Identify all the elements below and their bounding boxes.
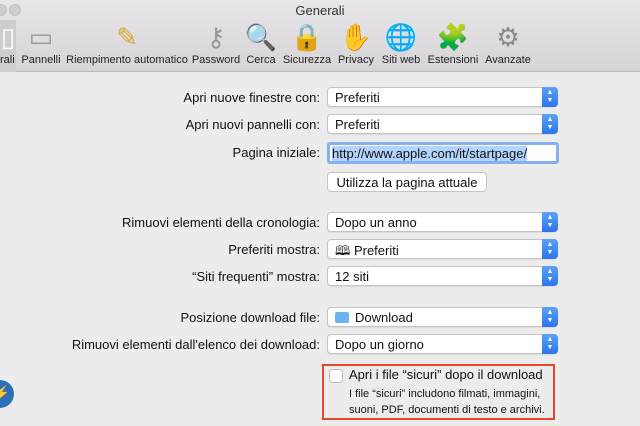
top-sites-label: “Siti frequenti” mostra: bbox=[192, 269, 320, 284]
tabs-icon: ▭ bbox=[28, 21, 54, 52]
tab-extensions[interactable]: 🧩 Estensioni bbox=[425, 20, 481, 72]
safe-files-checkbox[interactable] bbox=[329, 369, 343, 383]
tab-tabs[interactable]: ▭ Pannelli bbox=[18, 20, 64, 72]
chevron-updown-icon: ▲ ▼ bbox=[542, 212, 558, 232]
download-location-popup[interactable]: Download ▲ ▼ bbox=[327, 307, 558, 327]
chevron-updown-icon: ▲ ▼ bbox=[542, 307, 558, 327]
tab-general[interactable]: ▯ rali bbox=[0, 20, 16, 72]
autofill-pencil-icon: ✎ bbox=[116, 21, 138, 52]
download-location-label: Posizione download file: bbox=[180, 310, 320, 325]
window-toolbar: Generali ▯ rali ▭ Pannelli ✎ Riempimento au… bbox=[0, 0, 640, 72]
magnifier-icon: 🔍 bbox=[244, 21, 278, 52]
key-icon: ⚷ bbox=[206, 21, 226, 52]
download-remove-popup[interactable]: Dopo un giorno ▲ ▼ bbox=[327, 334, 558, 354]
safe-files-description: I file “sicuri” includono filmati, immag… bbox=[349, 388, 545, 416]
safe-files-highlight: Apri i file “sicuri” dopo il download I … bbox=[322, 364, 555, 420]
tab-autofill[interactable]: ✎ Riempimento automatico bbox=[64, 20, 190, 72]
book-icon: 🕮 bbox=[335, 243, 354, 258]
tab-privacy[interactable]: ✋ Privacy bbox=[335, 20, 377, 72]
general-icon: ▯ bbox=[0, 21, 16, 52]
padlock-icon: 🔒 bbox=[290, 21, 324, 52]
top-sites-popup[interactable]: 12 siti ▲ ▼ bbox=[327, 266, 558, 286]
window-title: Generali bbox=[295, 3, 345, 18]
folder-icon bbox=[335, 312, 349, 323]
history-popup[interactable]: Dopo un anno ▲ ▼ bbox=[327, 212, 558, 232]
history-label: Rimuovi elementi della cronologia: bbox=[122, 215, 320, 230]
homepage-input[interactable]: http://www.apple.com/it/startpage/ bbox=[327, 142, 559, 164]
use-current-page-button[interactable]: Utilizza la pagina attuale bbox=[327, 172, 487, 192]
chevron-updown-icon: ▲ ▼ bbox=[542, 87, 558, 107]
homepage-label: Pagina iniziale: bbox=[232, 145, 320, 160]
new-tabs-popup[interactable]: Preferiti ▲ ▼ bbox=[327, 114, 558, 134]
tab-passwords[interactable]: ⚷ Password bbox=[191, 20, 241, 72]
new-windows-label: Apri nuove finestre con: bbox=[183, 90, 320, 105]
favorites-label: Preferiti mostra: bbox=[228, 242, 320, 257]
chevron-updown-icon: ▲ ▼ bbox=[542, 266, 558, 286]
new-windows-popup[interactable]: Preferiti ▲ ▼ bbox=[327, 87, 558, 107]
tab-websites[interactable]: 🌐 Siti web bbox=[379, 20, 423, 72]
download-remove-label: Rimuovi elementi dall'elenco dei downloa… bbox=[71, 337, 320, 352]
tab-advanced[interactable]: ⚙ Avanzate bbox=[483, 20, 533, 72]
gear-icon: ⚙ bbox=[496, 21, 520, 52]
globe-icon: 🌐 bbox=[384, 21, 418, 52]
app-icon: ⚡ bbox=[0, 380, 14, 408]
chevron-updown-icon: ▲ ▼ bbox=[542, 334, 558, 354]
tab-search[interactable]: 🔍 Cerca bbox=[243, 20, 279, 72]
puzzle-compass-icon: 🧩 bbox=[436, 21, 470, 52]
hand-icon: ✋ bbox=[339, 21, 373, 52]
safe-files-label[interactable]: Apri i file “sicuri” dopo il download bbox=[349, 367, 543, 382]
chevron-updown-icon: ▲ ▼ bbox=[542, 239, 558, 259]
favorites-popup[interactable]: 🕮 Preferiti ▲ ▼ bbox=[327, 239, 558, 259]
chevron-updown-icon: ▲ ▼ bbox=[542, 114, 558, 134]
tab-security[interactable]: 🔒 Sicurezza bbox=[281, 20, 333, 72]
new-tabs-label: Apri nuovi pannelli con: bbox=[185, 117, 320, 132]
